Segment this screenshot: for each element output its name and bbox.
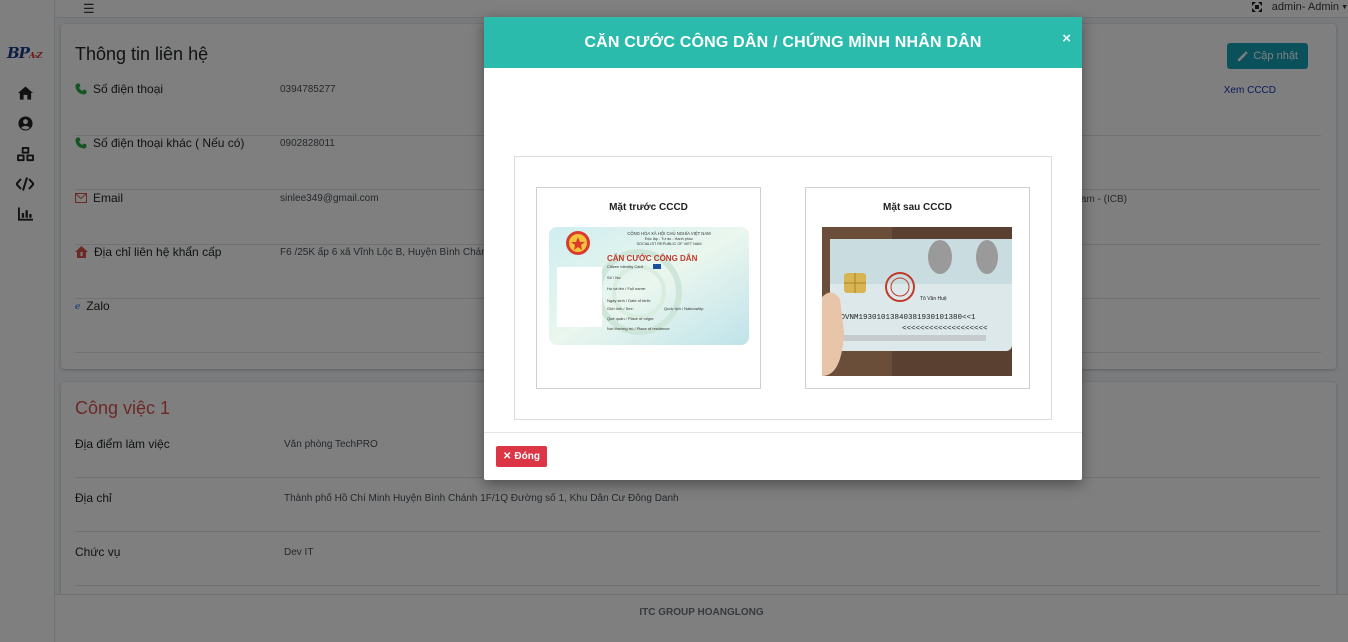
svg-text:Ngày sinh / Date of birth:: Ngày sinh / Date of birth: bbox=[607, 298, 651, 303]
svg-text:Họ và tên / Full name:: Họ và tên / Full name: bbox=[607, 286, 646, 291]
svg-text:CỘNG HÒA XÃ HỘI CHỦ NGHĨA VIỆT: CỘNG HÒA XÃ HỘI CHỦ NGHĨA VIỆT NAM bbox=[627, 231, 711, 236]
cccd-front-panel: Mặt trước CCCD CỘNG HÒA XÃ HỘI CHỦ NGHĨA… bbox=[536, 187, 761, 389]
close-button-label: Đóng bbox=[514, 451, 540, 462]
svg-text:Số / No:: Số / No: bbox=[607, 275, 621, 280]
close-icon[interactable]: × bbox=[1062, 30, 1071, 47]
svg-text:CĂN CƯỚC CÔNG DÂN: CĂN CƯỚC CÔNG DÂN bbox=[607, 254, 698, 263]
close-button[interactable]: ✕ Đóng bbox=[496, 446, 547, 467]
svg-text:Nơi thường trú / Place of resi: Nơi thường trú / Place of residence bbox=[607, 326, 670, 331]
modal-header: CĂN CƯỚC CÔNG DÂN / CHỨNG MÌNH NHÂN DÂN … bbox=[484, 17, 1082, 68]
cccd-back-image[interactable]: Tô Văn Huệ IDVNM19301013840381930101380<… bbox=[822, 227, 1012, 376]
modal-title: CĂN CƯỚC CÔNG DÂN / CHỨNG MÌNH NHÂN DÂN bbox=[584, 33, 982, 51]
cccd-front-image[interactable]: CỘNG HÒA XÃ HỘI CHỦ NGHĨA VIỆT NAM Độc l… bbox=[549, 227, 749, 376]
svg-text:Quốc tịch / Nationality:: Quốc tịch / Nationality: bbox=[664, 306, 704, 311]
svg-text:IDVNM19301013840381930101380<<: IDVNM19301013840381930101380<<1 bbox=[836, 314, 976, 322]
times-icon: ✕ bbox=[503, 451, 512, 462]
modal-footer: ✕ Đóng bbox=[484, 432, 1082, 480]
svg-text:Quê quán / Place of origin:: Quê quán / Place of origin: bbox=[607, 316, 654, 321]
svg-text:<<<<<<<<<<<<<<<<<<<: <<<<<<<<<<<<<<<<<<< bbox=[902, 325, 988, 333]
cccd-back-panel: Mặt sau CCCD Tô Văn Huệ IDVNM19301013840… bbox=[805, 187, 1030, 389]
cccd-image-container: Mặt trước CCCD CỘNG HÒA XÃ HỘI CHỦ NGHĨA… bbox=[514, 156, 1052, 420]
front-caption: Mặt trước CCCD bbox=[609, 202, 688, 213]
svg-text:SOCIALIST REPUBLIC OF VIET NAM: SOCIALIST REPUBLIC OF VIET NAM bbox=[636, 242, 701, 246]
cccd-modal: CĂN CƯỚC CÔNG DÂN / CHỨNG MÌNH NHÂN DÂN … bbox=[484, 17, 1082, 480]
svg-text:Độc lập - Tự do - Hạnh phúc: Độc lập - Tự do - Hạnh phúc bbox=[645, 237, 693, 241]
back-caption: Mặt sau CCCD bbox=[883, 202, 952, 213]
svg-text:Giới tính / Sex:: Giới tính / Sex: bbox=[607, 306, 634, 311]
svg-text:Citizen Identity Card: Citizen Identity Card bbox=[607, 264, 643, 269]
svg-text:Tô Văn Huệ: Tô Văn Huệ bbox=[920, 296, 947, 302]
